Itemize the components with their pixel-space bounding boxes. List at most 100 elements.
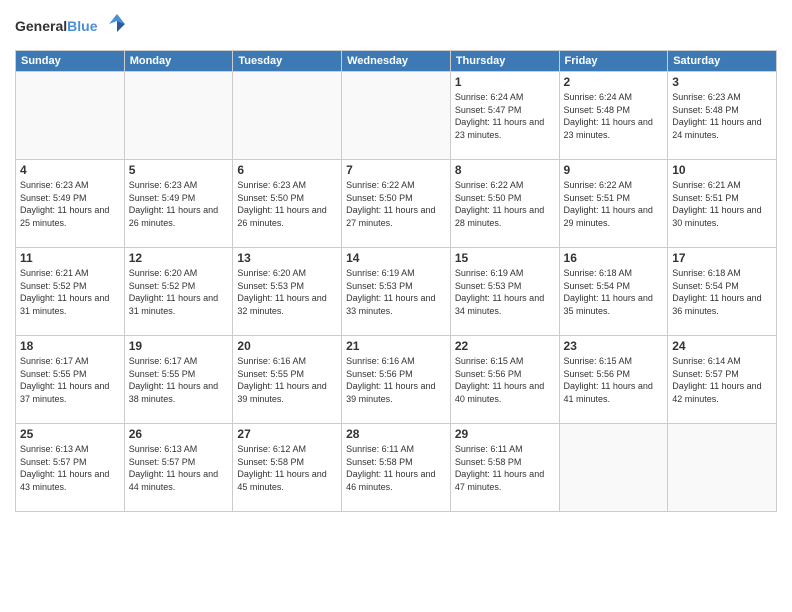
daylight-label: Daylight: 11 hours and 29 minutes. [564, 205, 653, 228]
day-number: 17 [672, 251, 772, 265]
day-info: Sunrise: 6:23 AM Sunset: 5:48 PM Dayligh… [672, 91, 772, 141]
daylight-label: Daylight: 11 hours and 26 minutes. [129, 205, 218, 228]
sunset-label: Sunset: 5:57 PM [672, 369, 739, 379]
day-number: 28 [346, 427, 446, 441]
weekday-header-row: SundayMondayTuesdayWednesdayThursdayFrid… [16, 51, 777, 72]
day-info: Sunrise: 6:20 AM Sunset: 5:52 PM Dayligh… [129, 267, 229, 317]
calendar-cell [668, 424, 777, 512]
calendar-table: SundayMondayTuesdayWednesdayThursdayFrid… [15, 50, 777, 512]
daylight-label: Daylight: 11 hours and 32 minutes. [237, 293, 326, 316]
daylight-label: Daylight: 11 hours and 35 minutes. [564, 293, 653, 316]
day-number: 25 [20, 427, 120, 441]
calendar-cell: 17 Sunrise: 6:18 AM Sunset: 5:54 PM Dayl… [668, 248, 777, 336]
calendar-cell: 10 Sunrise: 6:21 AM Sunset: 5:51 PM Dayl… [668, 160, 777, 248]
day-info: Sunrise: 6:15 AM Sunset: 5:56 PM Dayligh… [564, 355, 664, 405]
day-info: Sunrise: 6:11 AM Sunset: 5:58 PM Dayligh… [455, 443, 555, 493]
weekday-header-thursday: Thursday [450, 51, 559, 72]
logo: GeneralBlue [15, 10, 131, 44]
sunrise-label: Sunrise: 6:19 AM [346, 268, 415, 278]
calendar-cell: 3 Sunrise: 6:23 AM Sunset: 5:48 PM Dayli… [668, 72, 777, 160]
day-number: 18 [20, 339, 120, 353]
day-info: Sunrise: 6:23 AM Sunset: 5:49 PM Dayligh… [20, 179, 120, 229]
logo-bird-icon [103, 10, 131, 44]
sunset-label: Sunset: 5:49 PM [129, 193, 196, 203]
day-number: 8 [455, 163, 555, 177]
sunset-label: Sunset: 5:50 PM [455, 193, 522, 203]
day-info: Sunrise: 6:12 AM Sunset: 5:58 PM Dayligh… [237, 443, 337, 493]
sunrise-label: Sunrise: 6:22 AM [564, 180, 633, 190]
day-number: 22 [455, 339, 555, 353]
sunset-label: Sunset: 5:53 PM [237, 281, 304, 291]
day-number: 6 [237, 163, 337, 177]
weekday-header-wednesday: Wednesday [342, 51, 451, 72]
sunset-label: Sunset: 5:48 PM [564, 105, 631, 115]
day-number: 10 [672, 163, 772, 177]
calendar-cell: 22 Sunrise: 6:15 AM Sunset: 5:56 PM Dayl… [450, 336, 559, 424]
day-info: Sunrise: 6:18 AM Sunset: 5:54 PM Dayligh… [564, 267, 664, 317]
day-number: 7 [346, 163, 446, 177]
day-number: 9 [564, 163, 664, 177]
sunrise-label: Sunrise: 6:18 AM [564, 268, 633, 278]
sunset-label: Sunset: 5:55 PM [20, 369, 87, 379]
sunset-label: Sunset: 5:51 PM [564, 193, 631, 203]
logo-blue: Blue [67, 18, 97, 34]
day-number: 12 [129, 251, 229, 265]
sunrise-label: Sunrise: 6:21 AM [20, 268, 89, 278]
calendar-cell: 20 Sunrise: 6:16 AM Sunset: 5:55 PM Dayl… [233, 336, 342, 424]
sunset-label: Sunset: 5:55 PM [237, 369, 304, 379]
calendar-cell: 13 Sunrise: 6:20 AM Sunset: 5:53 PM Dayl… [233, 248, 342, 336]
daylight-label: Daylight: 11 hours and 28 minutes. [455, 205, 544, 228]
day-number: 23 [564, 339, 664, 353]
sunset-label: Sunset: 5:58 PM [237, 457, 304, 467]
day-number: 29 [455, 427, 555, 441]
day-number: 1 [455, 75, 555, 89]
day-info: Sunrise: 6:20 AM Sunset: 5:53 PM Dayligh… [237, 267, 337, 317]
sunset-label: Sunset: 5:54 PM [672, 281, 739, 291]
sunset-label: Sunset: 5:55 PM [129, 369, 196, 379]
calendar-week-4: 18 Sunrise: 6:17 AM Sunset: 5:55 PM Dayl… [16, 336, 777, 424]
daylight-label: Daylight: 11 hours and 34 minutes. [455, 293, 544, 316]
day-info: Sunrise: 6:13 AM Sunset: 5:57 PM Dayligh… [20, 443, 120, 493]
sunrise-label: Sunrise: 6:24 AM [564, 92, 633, 102]
sunrise-label: Sunrise: 6:23 AM [237, 180, 306, 190]
calendar-cell: 1 Sunrise: 6:24 AM Sunset: 5:47 PM Dayli… [450, 72, 559, 160]
calendar-week-5: 25 Sunrise: 6:13 AM Sunset: 5:57 PM Dayl… [16, 424, 777, 512]
calendar-week-3: 11 Sunrise: 6:21 AM Sunset: 5:52 PM Dayl… [16, 248, 777, 336]
day-info: Sunrise: 6:22 AM Sunset: 5:50 PM Dayligh… [346, 179, 446, 229]
daylight-label: Daylight: 11 hours and 41 minutes. [564, 381, 653, 404]
daylight-label: Daylight: 11 hours and 31 minutes. [20, 293, 109, 316]
calendar-cell: 12 Sunrise: 6:20 AM Sunset: 5:52 PM Dayl… [124, 248, 233, 336]
weekday-header-sunday: Sunday [16, 51, 125, 72]
sunrise-label: Sunrise: 6:24 AM [455, 92, 524, 102]
sunrise-label: Sunrise: 6:23 AM [672, 92, 741, 102]
calendar-cell [342, 72, 451, 160]
day-number: 14 [346, 251, 446, 265]
daylight-label: Daylight: 11 hours and 30 minutes. [672, 205, 761, 228]
daylight-label: Daylight: 11 hours and 44 minutes. [129, 469, 218, 492]
sunrise-label: Sunrise: 6:22 AM [346, 180, 415, 190]
sunset-label: Sunset: 5:56 PM [455, 369, 522, 379]
sunset-label: Sunset: 5:53 PM [346, 281, 413, 291]
day-info: Sunrise: 6:22 AM Sunset: 5:50 PM Dayligh… [455, 179, 555, 229]
day-number: 26 [129, 427, 229, 441]
calendar-week-2: 4 Sunrise: 6:23 AM Sunset: 5:49 PM Dayli… [16, 160, 777, 248]
sunset-label: Sunset: 5:58 PM [455, 457, 522, 467]
day-info: Sunrise: 6:24 AM Sunset: 5:48 PM Dayligh… [564, 91, 664, 141]
sunset-label: Sunset: 5:49 PM [20, 193, 87, 203]
sunset-label: Sunset: 5:52 PM [129, 281, 196, 291]
calendar-week-1: 1 Sunrise: 6:24 AM Sunset: 5:47 PM Dayli… [16, 72, 777, 160]
calendar-cell: 23 Sunrise: 6:15 AM Sunset: 5:56 PM Dayl… [559, 336, 668, 424]
sunset-label: Sunset: 5:50 PM [237, 193, 304, 203]
day-number: 24 [672, 339, 772, 353]
sunset-label: Sunset: 5:57 PM [20, 457, 87, 467]
day-number: 13 [237, 251, 337, 265]
sunset-label: Sunset: 5:52 PM [20, 281, 87, 291]
calendar-cell: 21 Sunrise: 6:16 AM Sunset: 5:56 PM Dayl… [342, 336, 451, 424]
daylight-label: Daylight: 11 hours and 39 minutes. [346, 381, 435, 404]
sunrise-label: Sunrise: 6:15 AM [455, 356, 524, 366]
weekday-header-friday: Friday [559, 51, 668, 72]
calendar-cell: 27 Sunrise: 6:12 AM Sunset: 5:58 PM Dayl… [233, 424, 342, 512]
calendar-cell: 24 Sunrise: 6:14 AM Sunset: 5:57 PM Dayl… [668, 336, 777, 424]
sunset-label: Sunset: 5:47 PM [455, 105, 522, 115]
sunrise-label: Sunrise: 6:20 AM [129, 268, 198, 278]
